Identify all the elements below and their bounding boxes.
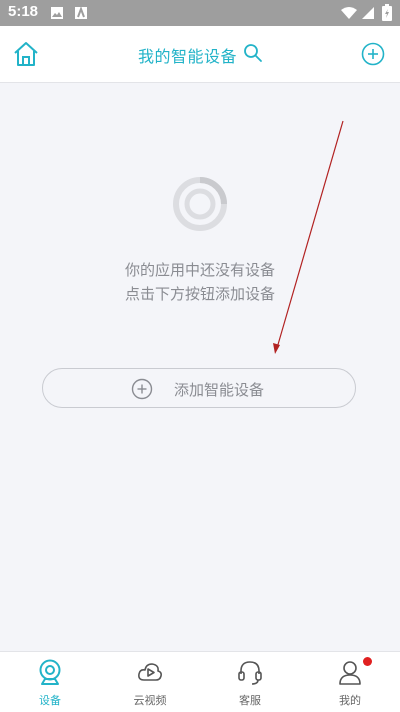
notification-badge [363, 657, 372, 666]
person-icon [339, 661, 361, 685]
top-header: 我的智能设备 [0, 26, 400, 83]
add-icon[interactable] [361, 42, 385, 66]
tab-devices[interactable]: 设备 [0, 652, 100, 712]
battery-icon [382, 4, 392, 21]
home-icon[interactable] [12, 40, 40, 68]
empty-state-line1: 你的应用中还没有设备 [124, 261, 275, 279]
tab-cloud-video-label: 云视频 [133, 694, 167, 707]
bottom-nav: 设备 云视频 客服 我的 [0, 651, 400, 712]
app-notification-icon [75, 6, 87, 19]
search-icon[interactable] [243, 43, 263, 63]
status-bar: 5:18 [0, 0, 400, 26]
empty-state-line2: 点击下方按钮添加设备 [124, 285, 275, 303]
device-camera-icon [39, 659, 61, 685]
cell-signal-icon [362, 7, 374, 19]
plus-circle-icon [131, 378, 153, 400]
tab-customer-service[interactable]: 客服 [200, 652, 300, 712]
tab-profile[interactable]: 我的 [300, 652, 400, 712]
wifi-icon [341, 7, 357, 19]
add-device-label: 添加智能设备 [174, 381, 265, 399]
tab-devices-label: 设备 [39, 694, 61, 707]
tab-profile-label: 我的 [339, 694, 361, 707]
add-device-button[interactable]: 添加智能设备 [42, 368, 356, 408]
cloud-video-icon [138, 663, 162, 681]
status-time: 5:18 [8, 3, 39, 20]
gallery-notification-icon [51, 7, 63, 19]
loading-spinner-icon [173, 177, 227, 231]
headset-icon [238, 661, 262, 685]
tab-customer-service-label: 客服 [239, 694, 261, 707]
annotation-arrow [273, 120, 344, 354]
page-title: 我的智能设备 [138, 47, 238, 66]
tab-cloud-video[interactable]: 云视频 [100, 652, 200, 712]
